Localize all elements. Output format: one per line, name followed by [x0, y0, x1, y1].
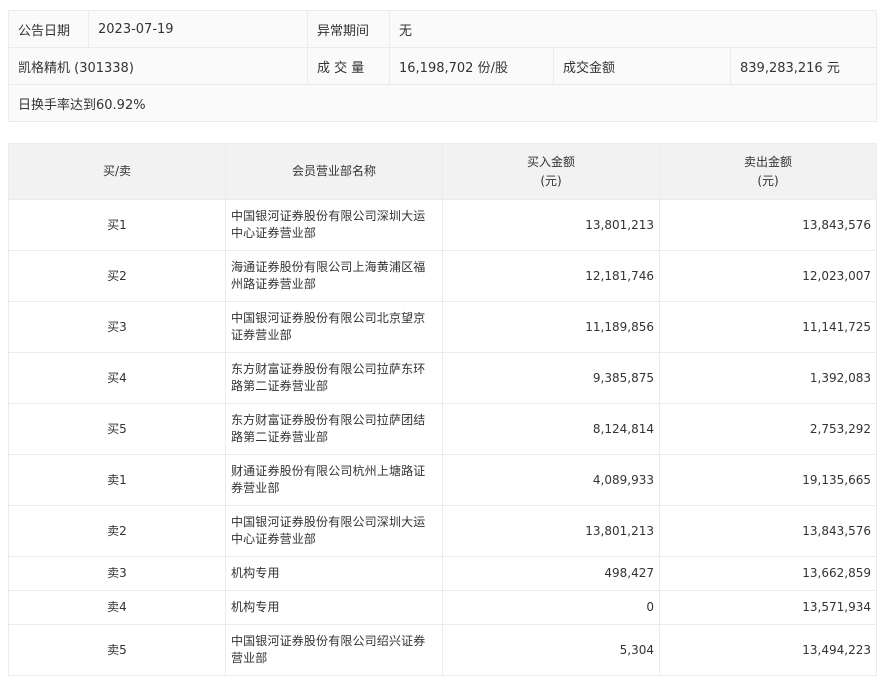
announcement-info-table: 公告日期 2023-07-19 异常期间 无 凯格精机 (301338) 成 交…: [8, 10, 877, 122]
cell-sell: 13,494,223: [659, 624, 877, 676]
cell-name: 中国银河证券股份有限公司深圳大运中心证券营业部: [225, 505, 443, 557]
table-row: 买4 东方财富证券股份有限公司拉萨东环路第二证券营业部 9,385,875 1,392…: [8, 352, 877, 404]
cell-name: 东方财富证券股份有限公司拉萨东环路第二证券营业部: [225, 352, 443, 404]
cell-side: 卖5: [8, 624, 226, 676]
stock-name: 凯格精机 (301338): [8, 47, 308, 85]
header-sell: 卖出金额 (元): [659, 143, 877, 200]
cell-buy: 4,089,933: [442, 454, 660, 506]
table-row: 卖3 机构专用 498,427 13,662,859: [8, 556, 877, 591]
cell-sell: 19,135,665: [659, 454, 877, 506]
date-label: 公告日期: [8, 10, 89, 48]
cell-name: 机构专用: [225, 590, 443, 625]
header-sell-unit: (元): [757, 173, 779, 188]
cell-buy: 498,427: [442, 556, 660, 591]
table-row: 买1 中国银河证券股份有限公司深圳大运中心证券营业部 13,801,213 13,84…: [8, 199, 877, 251]
cell-buy: 11,189,856: [442, 301, 660, 353]
header-name: 会员营业部名称: [225, 143, 443, 200]
cell-side: 卖2: [8, 505, 226, 557]
table-row: 买2 海通证券股份有限公司上海黄浦区福州路证券营业部 12,181,746 12,02…: [8, 250, 877, 302]
header-side: 买/卖: [8, 143, 226, 200]
volume-label: 成 交 量: [307, 47, 390, 85]
cell-buy: 13,801,213: [442, 199, 660, 251]
cell-buy: 12,181,746: [442, 250, 660, 302]
cell-side: 买2: [8, 250, 226, 302]
table-row: 卖5 中国银河证券股份有限公司绍兴证券营业部 5,304 13,494,223: [8, 624, 877, 676]
table-row: 买3 中国银河证券股份有限公司北京望京证券营业部 11,189,856 11,141,…: [8, 301, 877, 353]
cell-sell: 13,571,934: [659, 590, 877, 625]
cell-name: 海通证券股份有限公司上海黄浦区福州路证券营业部: [225, 250, 443, 302]
cell-name: 中国银河证券股份有限公司绍兴证券营业部: [225, 624, 443, 676]
cell-side: 卖1: [8, 454, 226, 506]
header-buy: 买入金额 (元): [442, 143, 660, 200]
cell-name: 东方财富证券股份有限公司拉萨团结路第二证券营业部: [225, 403, 443, 455]
volume-value: 16,198,702 份/股: [389, 47, 554, 85]
amount-label: 成交金额: [553, 47, 731, 85]
table-row: 卖1 财通证券股份有限公司杭州上塘路证券营业部 4,089,933 19,135,66…: [8, 454, 877, 506]
cell-sell: 13,843,576: [659, 505, 877, 557]
cell-sell: 13,662,859: [659, 556, 877, 591]
cell-side: 买5: [8, 403, 226, 455]
header-buy-label: 买入金额: [526, 154, 575, 169]
cell-name: 财通证券股份有限公司杭州上塘路证券营业部: [225, 454, 443, 506]
cell-buy: 0: [442, 590, 660, 625]
cell-sell: 12,023,007: [659, 250, 877, 302]
reason-text: 日换手率达到60.92%: [8, 84, 877, 122]
cell-buy: 8,124,814: [442, 403, 660, 455]
header-sell-label: 卖出金额: [743, 154, 792, 169]
header-buy-unit: (元): [540, 173, 562, 188]
cell-buy: 13,801,213: [442, 505, 660, 557]
cell-sell: 1,392,083: [659, 352, 877, 404]
cell-side: 卖4: [8, 590, 226, 625]
cell-name: 中国银河证券股份有限公司北京望京证券营业部: [225, 301, 443, 353]
trading-seats-table: 买/卖 会员营业部名称 买入金额 (元) 卖出金额 (元) 买1 中国银河证券股份有限…: [8, 143, 877, 676]
cell-sell: 11,141,725: [659, 301, 877, 353]
cell-side: 买3: [8, 301, 226, 353]
cell-side: 买1: [8, 199, 226, 251]
period-value: 无: [389, 10, 877, 48]
amount-value: 839,283,216 元: [730, 47, 877, 85]
cell-name: 机构专用: [225, 556, 443, 591]
date-value: 2023-07-19: [88, 10, 308, 48]
cell-sell: 13,843,576: [659, 199, 877, 251]
cell-buy: 9,385,875: [442, 352, 660, 404]
table-row: 卖2 中国银河证券股份有限公司深圳大运中心证券营业部 13,801,213 13,84…: [8, 505, 877, 557]
cell-side: 买4: [8, 352, 226, 404]
cell-name: 中国银河证券股份有限公司深圳大运中心证券营业部: [225, 199, 443, 251]
cell-sell: 2,753,292: [659, 403, 877, 455]
cell-side: 卖3: [8, 556, 226, 591]
table-row: 卖4 机构专用 0 13,571,934: [8, 590, 877, 625]
period-label: 异常期间: [307, 10, 390, 48]
cell-buy: 5,304: [442, 624, 660, 676]
table-row: 买5 东方财富证券股份有限公司拉萨团结路第二证券营业部 8,124,814 2,753…: [8, 403, 877, 455]
